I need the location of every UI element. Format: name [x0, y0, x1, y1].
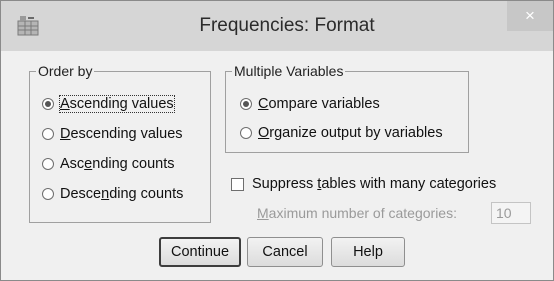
radio-button-selected[interactable] [42, 98, 54, 110]
radio-button[interactable] [42, 188, 54, 200]
max-categories-label: Maximum number of categories: [257, 205, 457, 221]
close-icon: × [525, 6, 535, 25]
order-by-group: Order by Ascending values Descending val… [29, 63, 211, 223]
title-bar[interactable]: Frequencies: Format × [1, 1, 553, 51]
radio-compare-variables[interactable]: Compare variables [240, 94, 380, 114]
option-label: Organize output by variables [258, 125, 443, 141]
option-label: Ascending values [59, 95, 175, 113]
radio-button[interactable] [42, 128, 54, 140]
option-label: Descending counts [60, 186, 184, 202]
continue-button[interactable]: Continue [159, 237, 241, 267]
radio-ascending-counts[interactable]: Ascending counts [42, 154, 174, 174]
radio-organize-output[interactable]: Organize output by variables [240, 123, 443, 143]
radio-button[interactable] [42, 158, 54, 170]
dialog-title: Frequencies: Format [199, 15, 375, 36]
option-label: Ascending counts [60, 156, 175, 172]
radio-button-selected[interactable] [240, 98, 252, 110]
option-label: Descending values [60, 126, 183, 142]
suppress-tables-checkbox[interactable] [231, 177, 244, 191]
order-by-legend: Order by [36, 63, 95, 79]
radio-button[interactable] [240, 127, 252, 139]
radio-descending-counts[interactable]: Descending counts [42, 184, 183, 204]
suppress-tables-checkbox-row[interactable]: Suppress tables with many categories [231, 174, 496, 194]
option-label: Compare variables [258, 96, 380, 112]
max-categories-input[interactable]: 10 [491, 202, 531, 224]
frequencies-format-dialog: Frequencies: Format × Order by Ascending… [0, 0, 554, 281]
help-button[interactable]: Help [331, 237, 405, 267]
cancel-button[interactable]: Cancel [247, 237, 323, 267]
close-button[interactable]: × [507, 1, 553, 31]
radio-descending-values[interactable]: Descending values [42, 124, 183, 144]
suppress-tables-label: Suppress tables with many categories [252, 176, 497, 192]
multiple-variables-group: Multiple Variables Compare variables Org… [225, 63, 469, 153]
multiple-variables-legend: Multiple Variables [232, 63, 346, 79]
radio-ascending-values[interactable]: Ascending values [42, 94, 175, 114]
